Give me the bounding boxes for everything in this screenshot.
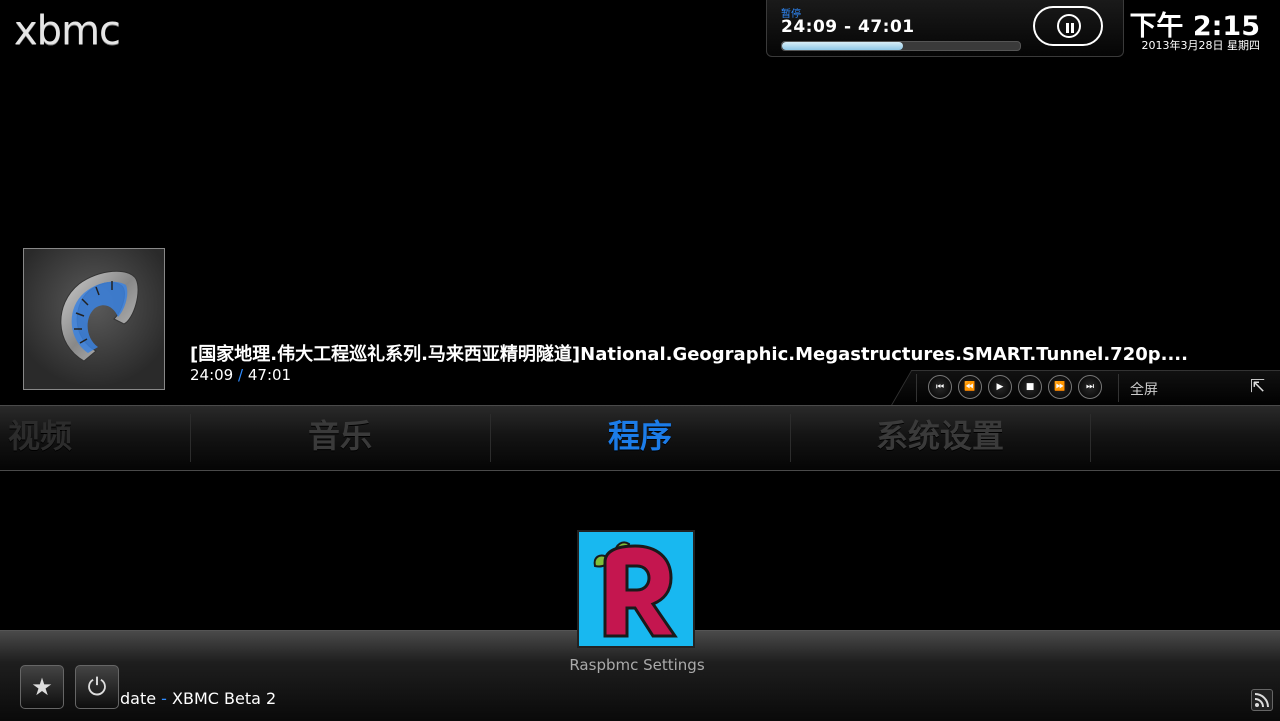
logo-text: xbmc	[14, 8, 121, 54]
clock-date: 2013年3月28日 星期四	[1141, 39, 1261, 52]
menu-item-music[interactable]: 音乐	[190, 406, 490, 470]
media-time: 24:09 / 47:01	[190, 366, 291, 384]
power-icon: ⏻	[87, 673, 107, 701]
star-icon: ★	[31, 673, 53, 701]
menu-divider	[1090, 414, 1091, 462]
ticker-text-2: XBMC Beta 2	[172, 689, 277, 708]
ticker-text: date	[120, 689, 157, 708]
now-playing-widget[interactable]: 暂停 24:09 - 47:01	[766, 0, 1124, 57]
power-button[interactable]: ⏻	[75, 665, 119, 709]
skip-back-button[interactable]: ⏮	[928, 375, 952, 399]
playback-progress-bar[interactable]	[781, 41, 1021, 51]
ticker-separator: -	[161, 689, 167, 708]
rss-icon[interactable]	[1251, 689, 1273, 711]
main-menu: 视频 音乐 程序 系统设置	[0, 405, 1280, 471]
tile-label: Raspbmc Settings	[569, 656, 705, 674]
xbmc-logo: xbmc	[14, 8, 159, 54]
media-elapsed: 24:09	[190, 366, 234, 384]
fast-forward-icon: ⏩	[1054, 382, 1066, 392]
skip-back-icon: ⏮	[935, 382, 945, 392]
playback-progress-fill	[782, 42, 904, 50]
play-button[interactable]: ▶	[988, 375, 1012, 399]
rewind-button[interactable]: ⏪	[958, 375, 982, 399]
skip-forward-button[interactable]: ⏭	[1078, 375, 1102, 399]
raspbmc-logo-icon	[593, 541, 678, 638]
fast-forward-button[interactable]: ⏩	[1048, 375, 1072, 399]
media-title: [国家地理.伟大工程巡礼系列.马来西亚精明隧道]National.Geograp…	[190, 344, 1188, 365]
pause-icon	[1057, 14, 1081, 38]
pause-button[interactable]	[1033, 6, 1103, 46]
play-icon: ▶	[996, 382, 1004, 392]
media-time-separator: /	[238, 366, 244, 384]
rewind-icon: ⏪	[964, 382, 976, 392]
stop-icon: ■	[1025, 382, 1035, 392]
menu-item-programs[interactable]: 程序	[490, 406, 790, 470]
media-thumbnail[interactable]	[23, 248, 165, 390]
skip-forward-icon: ⏭	[1085, 382, 1095, 392]
media-total: 47:01	[247, 366, 292, 384]
rss-ticker: date - XBMC Beta 2	[120, 689, 276, 708]
raspbmc-settings-tile[interactable]	[577, 530, 695, 648]
favourites-button[interactable]: ★	[20, 665, 64, 709]
transport-divider	[916, 374, 917, 402]
playback-time: 24:09 - 47:01	[781, 17, 915, 37]
fullscreen-label[interactable]: 全屏	[1130, 379, 1158, 399]
menu-item-videos[interactable]: 视频	[0, 406, 190, 470]
menu-item-system-settings[interactable]: 系统设置	[790, 406, 1090, 470]
fullscreen-icon[interactable]: ⇱	[1250, 376, 1265, 397]
stop-button[interactable]: ■	[1018, 375, 1042, 399]
film-reel-icon	[60, 270, 139, 362]
transport-divider	[1118, 374, 1119, 402]
